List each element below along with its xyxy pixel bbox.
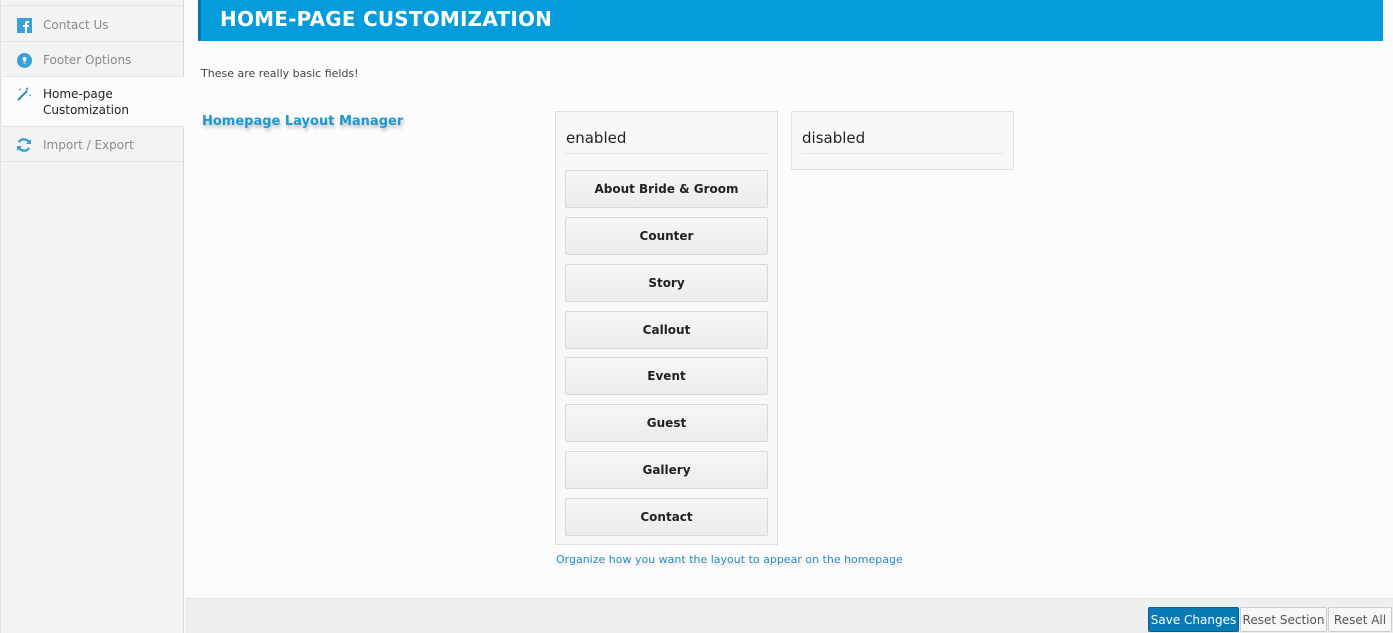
divider xyxy=(801,153,1004,154)
sidebar-item-previous[interactable] xyxy=(2,0,184,6)
layout-block-about-bride-groom[interactable]: About Bride & Groom xyxy=(565,170,768,208)
refresh-icon xyxy=(16,137,32,153)
layout-block-callout[interactable]: Callout xyxy=(565,311,768,349)
sidebar-item-label: Home-page Customization xyxy=(43,87,129,117)
layout-block-counter[interactable]: Counter xyxy=(565,217,768,255)
divider xyxy=(565,153,768,154)
reset-section-button[interactable]: Reset Section xyxy=(1240,607,1327,632)
field-hint: Organize how you want the layout to appe… xyxy=(556,553,903,566)
sidebar: Contact Us Footer Options Home-page Cust… xyxy=(0,0,184,633)
enabled-column[interactable]: enabled About Bride & Groom Counter Stor… xyxy=(555,111,778,545)
footer-bar: Save Changes Reset Section Reset All xyxy=(185,598,1393,633)
lightbulb-icon xyxy=(16,52,32,68)
section-description: These are really basic fields! xyxy=(201,67,359,80)
section-header: HOME-PAGE CUSTOMIZATION xyxy=(198,0,1383,41)
layout-block-contact[interactable]: Contact xyxy=(565,498,768,536)
save-changes-button[interactable]: Save Changes xyxy=(1148,607,1239,632)
page-title: HOME-PAGE CUSTOMIZATION xyxy=(220,7,553,31)
layout-block-event[interactable]: Event xyxy=(565,357,768,395)
sidebar-item-label: Contact Us xyxy=(43,18,109,32)
disabled-column[interactable]: disabled xyxy=(791,111,1014,170)
layout-block-gallery[interactable]: Gallery xyxy=(565,451,768,489)
layout-block-story[interactable]: Story xyxy=(565,264,768,302)
sidebar-item-footer-options[interactable]: Footer Options xyxy=(2,42,184,77)
field-title: Homepage Layout Manager xyxy=(202,114,404,129)
reset-all-button[interactable]: Reset All xyxy=(1328,607,1392,632)
magic-wand-icon xyxy=(16,86,32,102)
sidebar-item-home-page-customization[interactable]: Home-page Customization xyxy=(2,77,184,127)
sidebar-item-contact-us[interactable]: Contact Us xyxy=(2,7,184,42)
layout-block-guest[interactable]: Guest xyxy=(565,404,768,442)
disabled-column-title: disabled xyxy=(802,129,866,147)
enabled-column-title: enabled xyxy=(566,129,627,147)
sidebar-item-label: Footer Options xyxy=(43,53,132,67)
sidebar-item-label: Import / Export xyxy=(43,138,134,152)
main-panel: HOME-PAGE CUSTOMIZATION These are really… xyxy=(185,0,1393,598)
sidebar-item-import-export[interactable]: Import / Export xyxy=(2,127,184,162)
facebook-icon xyxy=(16,17,32,33)
